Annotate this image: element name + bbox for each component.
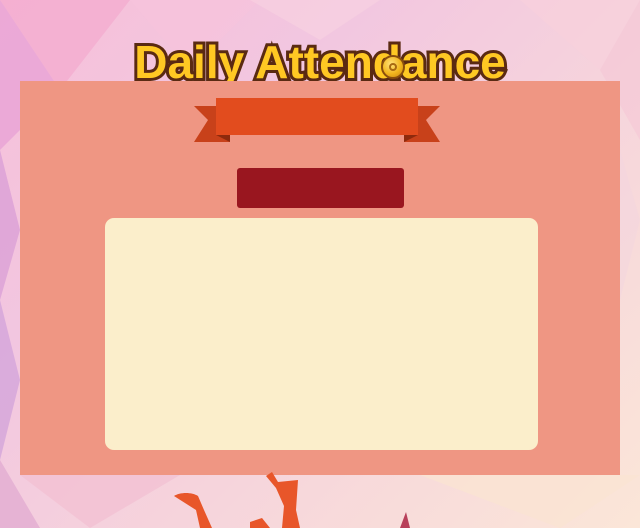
coin-icon bbox=[381, 55, 405, 79]
decorative-figures bbox=[0, 470, 640, 528]
date-badge bbox=[237, 168, 404, 208]
ribbon-label bbox=[216, 98, 418, 135]
calendar-grid bbox=[105, 218, 538, 450]
